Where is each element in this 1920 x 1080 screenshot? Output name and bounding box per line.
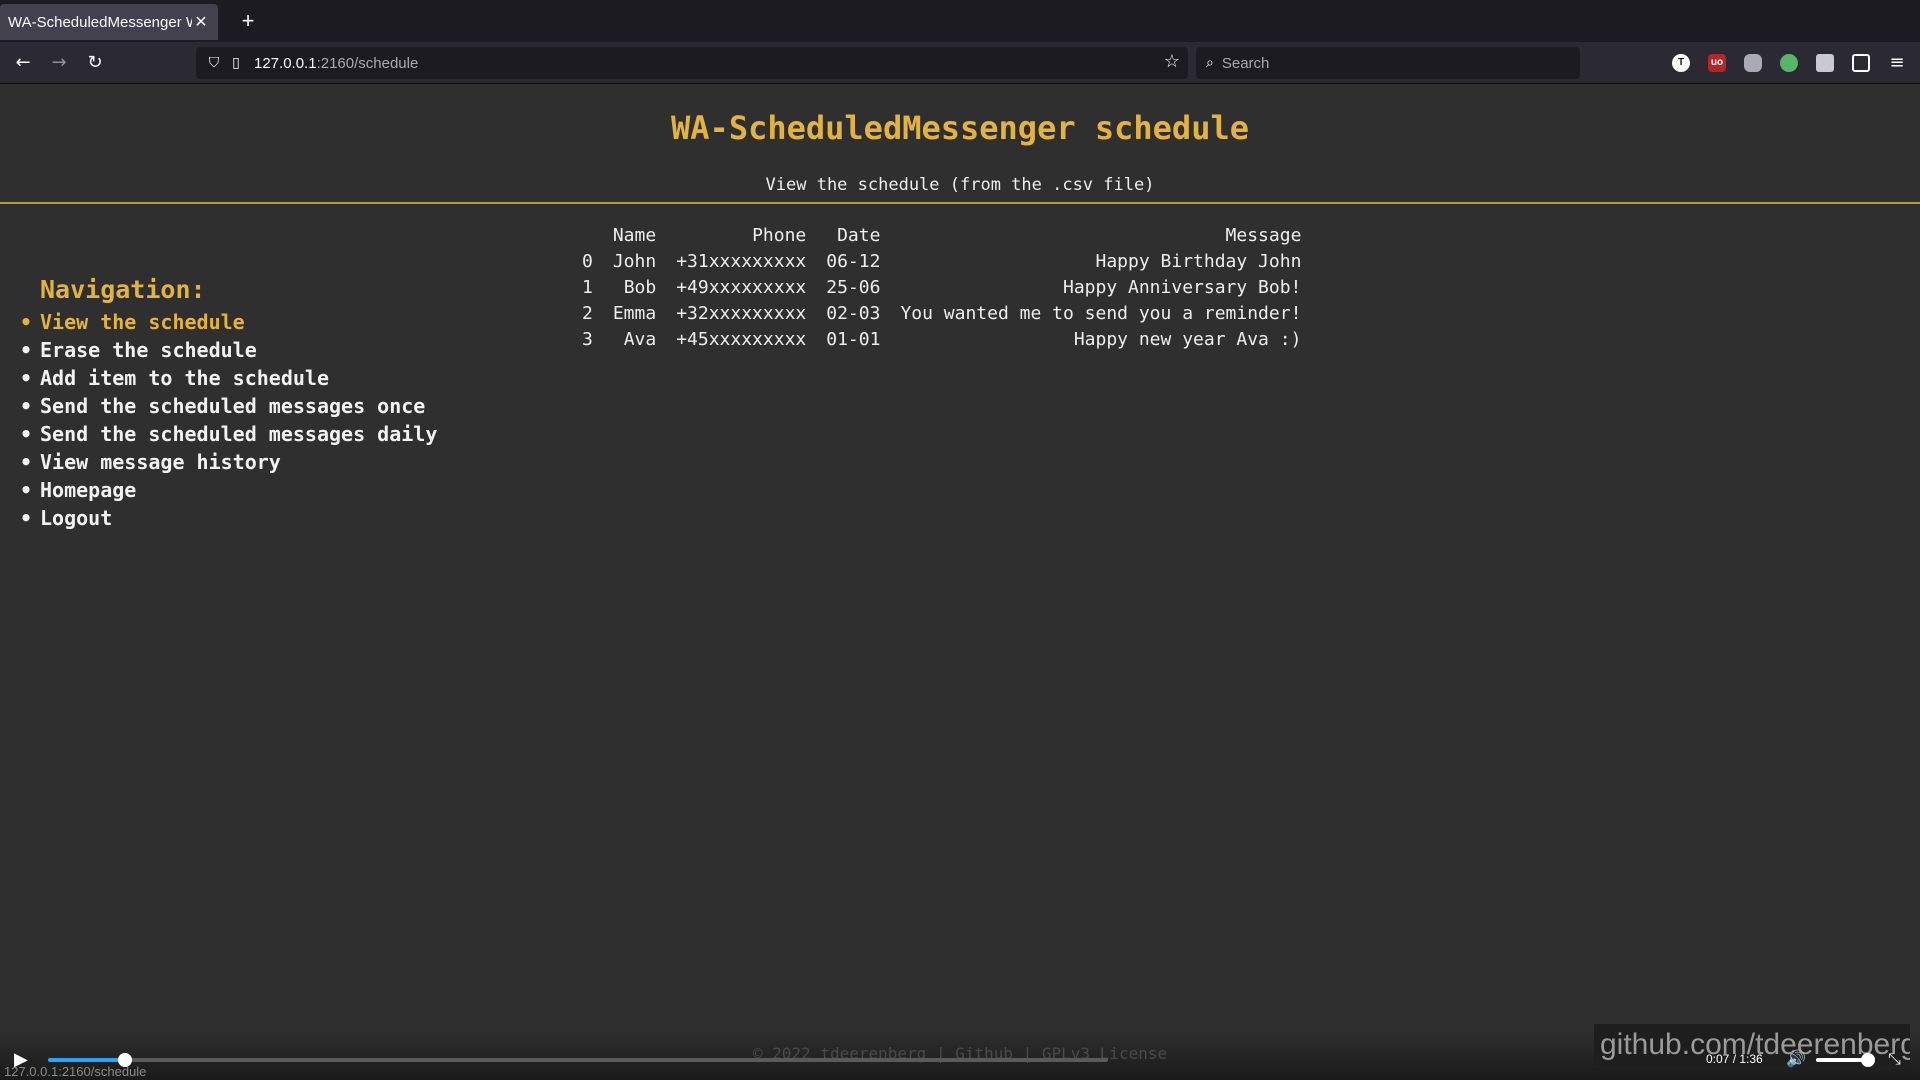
cell-date: 01-01 (826, 329, 881, 350)
column-header-index (582, 223, 603, 249)
cell-name: Bob (623, 277, 657, 298)
tab-title: WA-ScheduledMessenger W (8, 13, 192, 31)
browser-tab[interactable]: WA-ScheduledMessenger W ✕ (0, 4, 218, 40)
page-subtitle: View the schedule (from the .csv file) (765, 175, 1155, 195)
nav-item-view-schedule[interactable]: • View the schedule (20, 308, 437, 336)
nav-item-message-history[interactable]: • View message history (20, 448, 437, 476)
cell-name: John (612, 251, 657, 272)
cell-index: 3 (582, 329, 593, 350)
page-icon[interactable]: ▯ (226, 55, 246, 71)
reload-icon[interactable]: ↻ (80, 48, 110, 78)
fullscreen-exit-icon[interactable]: ⤡ (1888, 1049, 1901, 1069)
column-header-date: Date (837, 225, 881, 246)
cell-date: 02-03 (826, 303, 881, 324)
page-title: WA-ScheduledMessenger schedule (671, 109, 1249, 147)
address-bar[interactable]: ⛉ ▯ 127.0.0.1:2160/schedule ☆ (196, 47, 1188, 79)
bookmark-star-icon[interactable]: ☆ (1164, 51, 1180, 72)
close-tab-icon[interactable]: ✕ (192, 12, 210, 32)
volume-handle[interactable] (1861, 1053, 1875, 1067)
navigation-menu: Navigation: • View the schedule • Erase th… (20, 275, 437, 532)
nav-item-send-once[interactable]: • Send the scheduled messages once (20, 392, 437, 420)
cell-phone: +31xxxxxxxxx (676, 251, 807, 272)
menu-icon[interactable]: ≡ (1882, 48, 1912, 78)
video-progress-bar[interactable] (48, 1053, 1108, 1067)
search-input[interactable]: ⌕ Search (1196, 47, 1580, 79)
table-header-row: Name Phone Date Message (582, 223, 1311, 249)
shield-icon[interactable]: ⛉ (204, 55, 224, 71)
table-row: 0 John +31xxxxxxxxx 06-12 Happy Birthday… (582, 249, 1311, 275)
cell-index: 0 (582, 251, 593, 272)
nav-item-logout[interactable]: • Logout (20, 504, 437, 532)
extension-s-icon[interactable] (1816, 54, 1834, 72)
navigation-toolbar: ← → ↻ ⛉ ▯ 127.0.0.1:2160/schedule ☆ ⌕ Se… (0, 42, 1920, 84)
extension-t-icon[interactable]: T (1672, 54, 1690, 72)
page-content: WA-ScheduledMessenger schedule View the … (0, 85, 1920, 1030)
search-icon: ⌕ (1206, 55, 1214, 71)
cell-phone: +32xxxxxxxxx (676, 303, 807, 324)
table-row: 1 Bob +49xxxxxxxxx 25-06 Happy Anniversa… (582, 275, 1311, 301)
nav-item-erase-schedule[interactable]: • Erase the schedule (20, 336, 437, 364)
cell-message: Happy Anniversary Bob! (1062, 277, 1302, 298)
cell-message: You wanted me to send you a reminder! (900, 303, 1302, 324)
table-row: 3 Ava +45xxxxxxxxx 01-01 Happy new year … (582, 327, 1311, 353)
cell-name: Ava (623, 329, 657, 350)
cell-phone: +49xxxxxxxxx (676, 277, 807, 298)
cell-phone: +45xxxxxxxxx (676, 329, 807, 350)
column-header-name: Name (612, 225, 657, 246)
cell-message: Happy Birthday John (1095, 251, 1302, 272)
nav-item-add-item[interactable]: • Add item to the schedule (20, 364, 437, 392)
back-arrow-icon[interactable]: ← (8, 48, 38, 78)
cell-date: 06-12 (826, 251, 881, 272)
status-bar-url: 127.0.0.1:2160/schedule (4, 1064, 147, 1079)
video-time: 0:07 / 1:36 (1706, 1052, 1763, 1066)
video-progress-fill (48, 1058, 125, 1062)
navigation-heading: Navigation: (40, 275, 206, 304)
cell-index: 2 (582, 303, 593, 324)
new-tab-button[interactable]: + (234, 8, 262, 36)
ublock-icon[interactable]: uo (1708, 54, 1726, 72)
extension-window-icon[interactable] (1852, 54, 1870, 72)
column-header-message: Message (1225, 225, 1302, 246)
forward-arrow-icon[interactable]: → (44, 48, 74, 78)
tab-bar: WA-ScheduledMessenger W ✕ + (0, 0, 1920, 42)
extension-globe-icon[interactable] (1780, 54, 1798, 72)
nav-item-homepage[interactable]: • Homepage (20, 476, 437, 504)
cell-message: Happy new year Ava :) (1073, 329, 1302, 350)
url-text: 127.0.0.1:2160/schedule (254, 54, 419, 72)
cell-name: Emma (612, 303, 657, 324)
column-header-phone: Phone (752, 225, 807, 246)
extension-mask-icon[interactable] (1744, 54, 1762, 72)
schedule-table: Name Phone Date Message 0 John +31xxxxxx… (582, 223, 1311, 353)
volume-icon[interactable]: 🔊 (1786, 1049, 1806, 1068)
cell-index: 1 (582, 277, 593, 298)
search-placeholder: Search (1221, 54, 1270, 72)
header-divider (0, 202, 1920, 204)
cell-date: 25-06 (826, 277, 881, 298)
nav-item-send-daily[interactable]: • Send the scheduled messages daily (20, 420, 437, 448)
table-row: 2 Emma +32xxxxxxxxx 02-03 You wanted me … (582, 301, 1311, 327)
